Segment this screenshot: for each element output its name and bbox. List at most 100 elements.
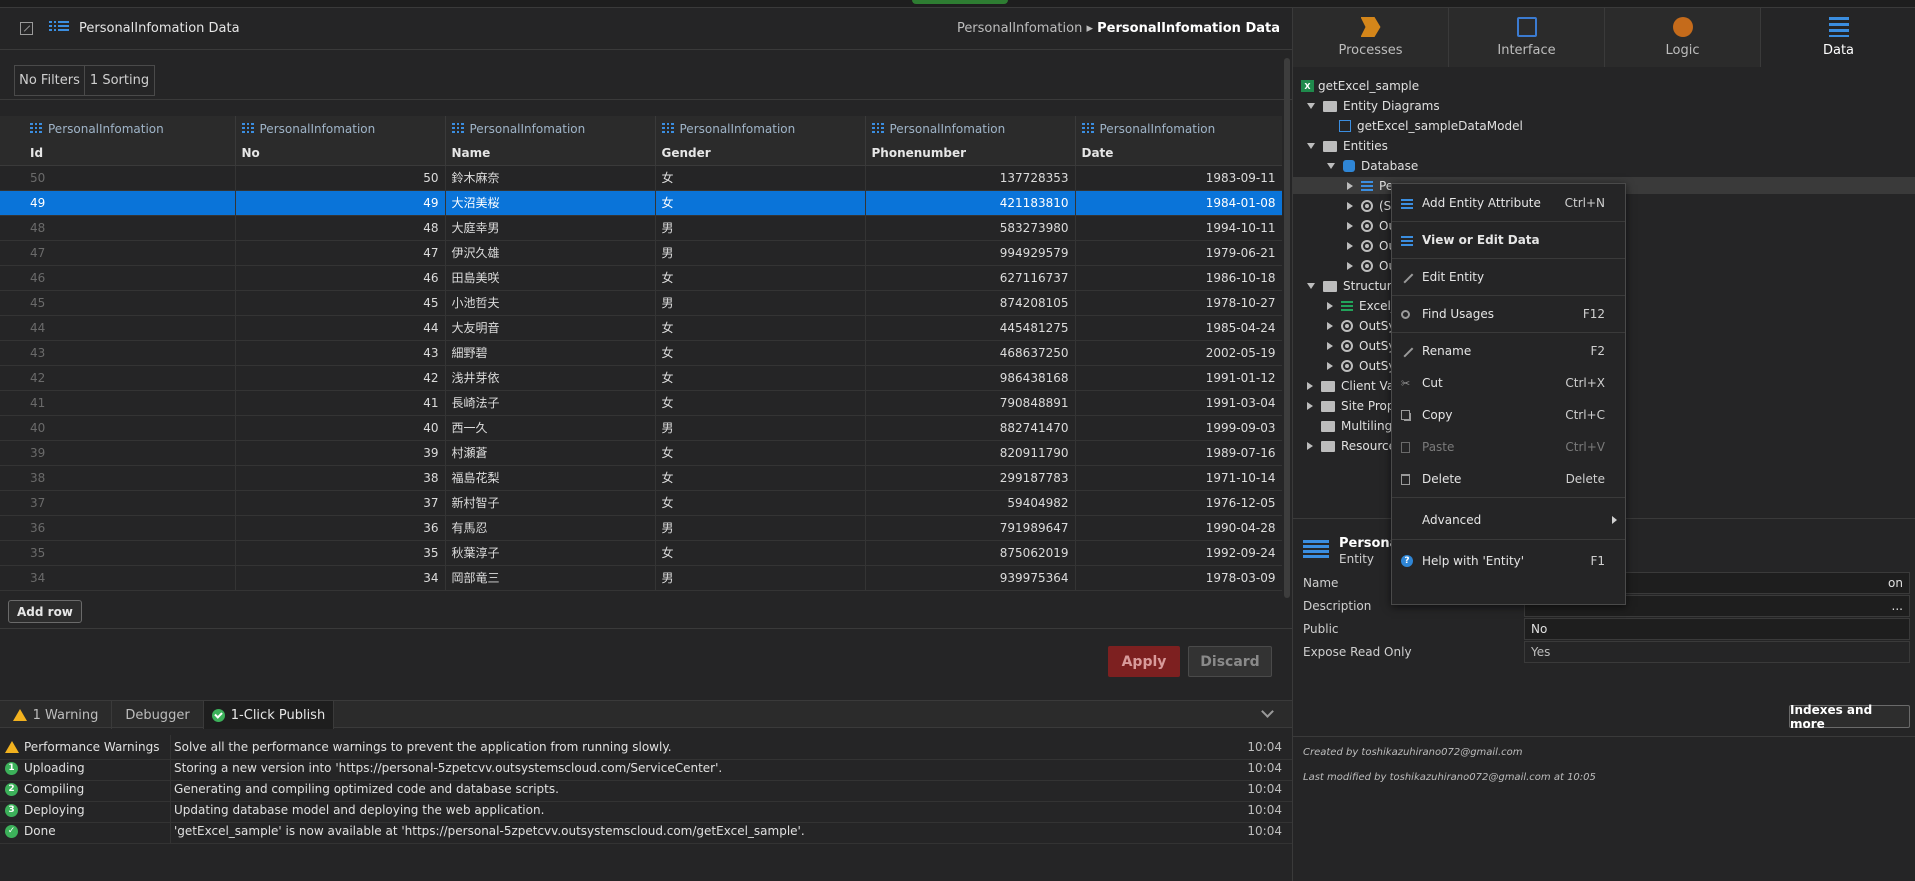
- menu-item-paste[interactable]: Paste Ctrl+V: [1392, 434, 1625, 460]
- cell-phone[interactable]: 299187783: [865, 465, 1076, 491]
- cell-gender[interactable]: 女: [655, 315, 866, 341]
- public-select[interactable]: No: [1524, 618, 1910, 640]
- cell-name[interactable]: 大庭幸男: [445, 215, 656, 241]
- cell-gender[interactable]: 女: [655, 540, 866, 566]
- tree-item-root[interactable]: XgetExcel_sample: [1301, 76, 1419, 96]
- cell-gender[interactable]: 女: [655, 340, 866, 366]
- tree-item-client-variables[interactable]: Client Var: [1307, 376, 1399, 396]
- tree-item-entity-diagrams[interactable]: Entity Diagrams: [1307, 96, 1440, 116]
- column-header-no[interactable]: No: [235, 141, 446, 166]
- cell-date[interactable]: 1976-12-05: [1075, 490, 1282, 516]
- cell-date[interactable]: 1989-07-16: [1075, 440, 1282, 466]
- cell-gender[interactable]: 女: [655, 440, 866, 466]
- column-header-gender[interactable]: Gender: [655, 141, 866, 166]
- tree-item-entities[interactable]: Entities: [1307, 136, 1388, 156]
- cell-phone[interactable]: 421183810: [865, 190, 1076, 216]
- expand-icon[interactable]: [1347, 202, 1353, 210]
- no-filters-button[interactable]: No Filters: [14, 65, 85, 96]
- table-row[interactable]: 41 41 長崎法子女 790848891 1991-03-04: [0, 390, 1282, 416]
- table-row[interactable]: 50 50 鈴木麻奈女 137728353 1983-09-11: [0, 165, 1282, 191]
- cell-id[interactable]: 45: [0, 290, 236, 316]
- cell-id[interactable]: 40: [0, 415, 236, 441]
- expand-icon[interactable]: [1327, 322, 1333, 330]
- cell-name[interactable]: 鈴木麻奈: [445, 165, 656, 191]
- tree-item-entity[interactable]: (S: [1347, 196, 1391, 216]
- tree-item-resources[interactable]: Resource: [1307, 436, 1396, 456]
- tree-item-entity[interactable]: Ou: [1347, 236, 1396, 256]
- cell-name[interactable]: 有馬忍: [445, 515, 656, 541]
- cell-name[interactable]: 伊沢久雄: [445, 240, 656, 266]
- tree-item-diagram-model[interactable]: getExcel_sampleDataModel: [1339, 116, 1523, 136]
- menu-item-rename[interactable]: Rename F2: [1392, 338, 1625, 364]
- cell-name[interactable]: 新村智子: [445, 490, 656, 516]
- tree-item-entity[interactable]: Ou: [1347, 256, 1396, 276]
- cell-no[interactable]: 37: [235, 490, 446, 516]
- menu-item-edit-entity[interactable]: Edit Entity: [1392, 264, 1625, 290]
- add-row-button[interactable]: Add row: [8, 600, 82, 623]
- cell-gender[interactable]: 女: [655, 465, 866, 491]
- tree-item-entity-selected[interactable]: Pe: [1347, 176, 1393, 196]
- cell-phone[interactable]: 875062019: [865, 540, 1076, 566]
- tree-item-database[interactable]: Database: [1327, 156, 1418, 176]
- cell-date[interactable]: 1992-09-24: [1075, 540, 1282, 566]
- cell-date[interactable]: 1991-01-12: [1075, 365, 1282, 391]
- tab-debugger[interactable]: Debugger: [112, 701, 204, 729]
- tab-interface[interactable]: Interface: [1449, 8, 1605, 67]
- cell-id[interactable]: 34: [0, 565, 236, 591]
- table-row[interactable]: 49 49 大沼美桜女 421183810 1984-01-08: [0, 190, 1282, 216]
- menu-item-add-entity-attribute[interactable]: Add Entity Attribute Ctrl+N: [1392, 190, 1625, 216]
- cell-no[interactable]: 45: [235, 290, 446, 316]
- cell-phone[interactable]: 791989647: [865, 515, 1076, 541]
- cell-no[interactable]: 36: [235, 515, 446, 541]
- cell-date[interactable]: 1978-10-27: [1075, 290, 1282, 316]
- table-row[interactable]: 47 47 伊沢久雄男 994929579 1979-06-21: [0, 240, 1282, 266]
- cell-name[interactable]: 細野碧: [445, 340, 656, 366]
- cell-name[interactable]: 大沼美桜: [445, 190, 656, 216]
- menu-item-help[interactable]: ? Help with 'Entity' F1: [1392, 548, 1625, 574]
- tab-data[interactable]: Data: [1761, 8, 1915, 67]
- column-header-date[interactable]: Date: [1075, 141, 1282, 166]
- cell-id[interactable]: 37: [0, 490, 236, 516]
- cell-name[interactable]: 岡部竜三: [445, 565, 656, 591]
- collapse-panel-icon[interactable]: [1261, 705, 1274, 718]
- cell-gender[interactable]: 男: [655, 215, 866, 241]
- cell-id[interactable]: 50: [0, 165, 236, 191]
- table-row[interactable]: 43 43 細野碧女 468637250 2002-05-19: [0, 340, 1282, 366]
- menu-item-advanced[interactable]: Advanced: [1392, 507, 1625, 533]
- cell-no[interactable]: 41: [235, 390, 446, 416]
- column-header-name[interactable]: Name: [445, 141, 656, 166]
- cell-no[interactable]: 34: [235, 565, 446, 591]
- cell-name[interactable]: 小池哲夫: [445, 290, 656, 316]
- tree-item-structure[interactable]: OutSy: [1327, 316, 1395, 336]
- tree-item-site-properties[interactable]: Site Prope: [1307, 396, 1402, 416]
- expand-icon[interactable]: [1347, 182, 1353, 190]
- expand-icon[interactable]: [1307, 103, 1315, 109]
- cell-no[interactable]: 50: [235, 165, 446, 191]
- cell-gender[interactable]: 女: [655, 265, 866, 291]
- tab-logic[interactable]: Logic: [1605, 8, 1761, 67]
- cell-no[interactable]: 43: [235, 340, 446, 366]
- cell-name[interactable]: 浅井芽依: [445, 365, 656, 391]
- cell-date[interactable]: 2002-05-19: [1075, 340, 1282, 366]
- cell-id[interactable]: 42: [0, 365, 236, 391]
- table-row[interactable]: 42 42 浅井芽依女 986438168 1991-01-12: [0, 365, 1282, 391]
- cell-name[interactable]: 村瀬蒼: [445, 440, 656, 466]
- menu-item-view-edit-data[interactable]: View or Edit Data: [1392, 227, 1625, 253]
- cell-gender[interactable]: 男: [655, 290, 866, 316]
- cell-id[interactable]: 36: [0, 515, 236, 541]
- cell-no[interactable]: 38: [235, 465, 446, 491]
- cell-id[interactable]: 46: [0, 265, 236, 291]
- cell-id[interactable]: 38: [0, 465, 236, 491]
- tree-item-multilingual[interactable]: Multilingu: [1321, 416, 1400, 436]
- menu-item-find-usages[interactable]: Find Usages F12: [1392, 301, 1625, 327]
- menu-item-cut[interactable]: ✂ Cut Ctrl+X: [1392, 370, 1625, 396]
- cell-date[interactable]: 1983-09-11: [1075, 165, 1282, 191]
- tree-item-structures[interactable]: Structure: [1307, 276, 1399, 296]
- expand-icon[interactable]: [1327, 342, 1333, 350]
- menu-item-delete[interactable]: Delete Delete: [1392, 466, 1625, 492]
- cell-date[interactable]: 1990-04-28: [1075, 515, 1282, 541]
- table-row[interactable]: 45 45 小池哲夫男 874208105 1978-10-27: [0, 290, 1282, 316]
- tab-warnings[interactable]: 1 Warning: [0, 701, 112, 729]
- expand-icon[interactable]: [1327, 163, 1335, 169]
- log-row[interactable]: ✓ Done 'getExcel_sample' is now available …: [0, 819, 1292, 844]
